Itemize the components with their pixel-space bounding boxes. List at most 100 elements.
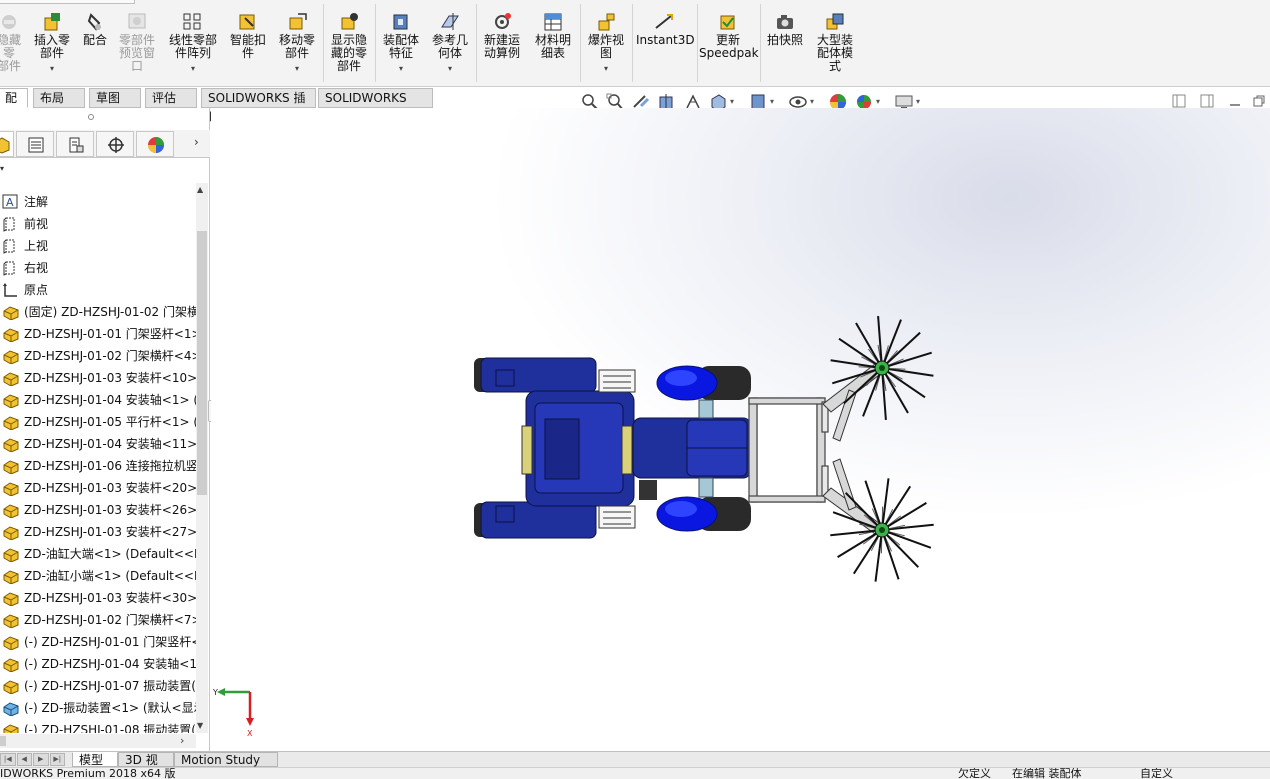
chevron-down-icon[interactable]: ▾ <box>583 62 629 75</box>
component-preview-button[interactable]: 零部件 预览窗 口 <box>114 8 160 73</box>
chevron-down-icon[interactable]: ▾ <box>876 97 880 106</box>
last-tab-icon[interactable]: ▶| <box>49 753 65 766</box>
tab-evaluate[interactable]: 评估 <box>145 88 197 108</box>
tree-item[interactable]: ZD-HZSHJ-01-05 平行杆<1> ( <box>0 411 196 433</box>
tab-model[interactable]: 模型 <box>72 752 118 767</box>
front-wheel-right <box>656 496 751 532</box>
part-icon <box>3 680 19 694</box>
tree-item[interactable]: ZD-HZSHJ-01-04 安装轴<11> <box>0 433 196 455</box>
move-component-button[interactable]: 移动零 部件 ▾ <box>274 8 320 75</box>
exploded-view-button[interactable]: 爆炸视 图 ▾ <box>583 8 629 75</box>
chevron-down-icon[interactable]: ▾ <box>274 62 320 75</box>
part-icon <box>3 548 19 562</box>
tree-item[interactable]: A 注解 <box>0 191 196 213</box>
tile-left-icon[interactable] <box>1172 94 1186 108</box>
tree-item[interactable]: ZD-油缸大端<1> (Default<<D <box>0 543 196 565</box>
units-status[interactable]: 自定义 <box>1140 768 1173 779</box>
tree-item[interactable]: 前视 <box>0 213 196 235</box>
tab-dimxpert-manager[interactable] <box>96 131 134 157</box>
chevron-down-icon[interactable]: ▾ <box>428 62 472 75</box>
tree-item[interactable]: ZD-HZSHJ-01-03 安装杆<10> <box>0 367 196 389</box>
scroll-up-icon[interactable]: ▲ <box>197 185 203 194</box>
chevron-down-icon[interactable]: ▾ <box>730 97 734 106</box>
scroll-thumb[interactable] <box>197 231 207 495</box>
hide-components-label: 隐藏零 部件 <box>0 33 21 73</box>
instant3d-button[interactable]: Instant3D <box>636 8 695 47</box>
tile-right-icon[interactable] <box>1200 94 1214 108</box>
tree-item[interactable]: ZD-HZSHJ-01-03 安装杆<26> <box>0 499 196 521</box>
exploded-view-label: 爆炸视 图 <box>587 33 624 60</box>
tab-property-manager[interactable] <box>16 131 54 157</box>
bill-of-materials-button[interactable]: 材料明 细表 <box>530 8 576 60</box>
new-motion-study-button[interactable]: 新建运 动算例 <box>479 8 525 60</box>
next-tab-icon[interactable]: ▶ <box>33 753 49 766</box>
tab-feature-manager[interactable] <box>0 131 14 157</box>
tab-configuration-manager[interactable] <box>56 131 94 157</box>
tree-item[interactable]: ZD-HZSHJ-01-03 安装杆<30> <box>0 587 196 609</box>
previous-tab-icon[interactable]: ◀ <box>16 753 32 766</box>
tree-item[interactable]: ZD-HZSHJ-01-02 门架横杆<4> <box>0 345 196 367</box>
part-icon <box>3 438 19 452</box>
assembly-model[interactable] <box>211 108 1270 751</box>
assembly-features-button[interactable]: 装配体 特征 ▾ <box>378 8 424 75</box>
take-snapshot-button[interactable]: 拍快照 <box>763 8 807 47</box>
update-speedpak-button[interactable]: 更新 Speedpak <box>699 8 759 60</box>
chevron-down-icon[interactable]: ▾ <box>30 62 74 75</box>
chevron-down-icon[interactable]: ▾ <box>0 164 4 173</box>
reference-geometry-button[interactable]: 参考几 何体 ▾ <box>428 8 472 75</box>
tab-solidworks-addins[interactable]: SOLIDWORKS 插件 <box>201 88 316 123</box>
show-hidden-components-button[interactable]: 显示隐 藏的零 部件 <box>326 8 372 73</box>
tree-item[interactable]: ZD-油缸小端<1> (Default<<D <box>0 565 196 587</box>
tree-item[interactable]: 上视 <box>0 235 196 257</box>
chevron-down-icon[interactable]: ▾ <box>916 97 920 106</box>
large-assembly-mode-button[interactable]: 大型装 配体模 式 <box>810 8 860 73</box>
linear-pattern-button[interactable]: 线性零部 件阵列 ▾ <box>164 8 222 75</box>
graphics-area[interactable]: Y X <box>211 108 1270 751</box>
minimize-icon[interactable] <box>1228 94 1242 108</box>
smart-fasteners-button[interactable]: 智能扣 件 <box>226 8 270 60</box>
first-tab-icon[interactable]: |◀ <box>0 753 16 766</box>
mate-button[interactable]: 配合 <box>78 8 112 47</box>
restore-icon[interactable] <box>1252 94 1266 108</box>
chevron-down-icon[interactable]: ▾ <box>378 62 424 75</box>
tree-item[interactable]: 原点 <box>0 279 196 301</box>
tree-item[interactable]: (-) ZD-振动装置<1> (默认<显示 <box>0 697 196 719</box>
ribbon-separator <box>476 4 477 82</box>
tree-item[interactable]: ZD-HZSHJ-01-04 安装轴<1> ( <box>0 389 196 411</box>
tree-item[interactable]: ZD-HZSHJ-01-01 门架竖杆<1> <box>0 323 196 345</box>
tab-solidworks-mbd[interactable]: SOLIDWORKS MBD <box>318 88 433 123</box>
tab-layout[interactable]: 布局 <box>33 88 85 108</box>
tree-item[interactable]: ZD-HZSHJ-01-06 连接拖拉机竖 <box>0 455 196 477</box>
tree-item[interactable]: ZD-HZSHJ-01-03 安装杆<20> <box>0 477 196 499</box>
tab-display-manager[interactable] <box>136 131 174 157</box>
tab-3d-views[interactable]: 3D 视图 <box>118 752 174 779</box>
insert-components-button[interactable]: 插入零 部件 ▾ <box>30 8 74 75</box>
scroll-right-icon[interactable]: › <box>180 734 184 747</box>
tree-item[interactable]: (-) ZD-HZSHJ-01-01 门架竖杆< <box>0 631 196 653</box>
hide-components-button[interactable]: 隐藏零 部件 <box>0 8 26 73</box>
chevron-down-icon[interactable]: ▾ <box>810 97 814 106</box>
tree-horizontal-scrollbar[interactable]: › <box>0 734 196 748</box>
ribbon-separator <box>580 4 581 82</box>
tree-item[interactable]: 右视 <box>0 257 196 279</box>
chevron-down-icon[interactable]: ▾ <box>770 97 774 106</box>
tree-item-label: ZD-油缸大端<1> (Default<<D <box>24 547 196 561</box>
tab-sketch[interactable]: 草图 <box>89 88 141 108</box>
tree-item[interactable]: ZD-HZSHJ-01-03 安装杆<27> <box>0 521 196 543</box>
quick-access-strip <box>0 0 135 4</box>
chevron-right-icon[interactable]: › <box>194 135 199 149</box>
editing-status[interactable]: 在编辑 装配体 <box>1012 768 1082 779</box>
tree-item[interactable]: (-) ZD-HZSHJ-01-07 振动装置( <box>0 675 196 697</box>
tree-item[interactable]: (-) ZD-HZSHJ-01-04 安装轴<1 <box>0 653 196 675</box>
chevron-down-icon[interactable]: ▾ <box>164 62 222 75</box>
tree-item-label: ZD-HZSHJ-01-03 安装杆<20> <box>24 481 196 495</box>
tab-assembly[interactable]: 配体 <box>0 88 28 123</box>
tab-motion-study[interactable]: Motion Study 1 <box>174 752 278 779</box>
tree-vertical-scrollbar[interactable]: ▲ ▼ <box>196 183 208 733</box>
tree-item[interactable]: (固定) ZD-HZSHJ-01-02 门架横 <box>0 301 196 323</box>
scroll-down-icon[interactable]: ▼ <box>197 721 203 730</box>
tree-item[interactable]: (-) ZD-HZSHJ-01-08 振动装置( <box>0 719 196 733</box>
tree-item[interactable]: ZD-HZSHJ-01-02 门架横杆<7> <box>0 609 196 631</box>
scroll-thumb[interactable] <box>0 736 6 746</box>
panel-grip-icon[interactable] <box>88 114 94 120</box>
